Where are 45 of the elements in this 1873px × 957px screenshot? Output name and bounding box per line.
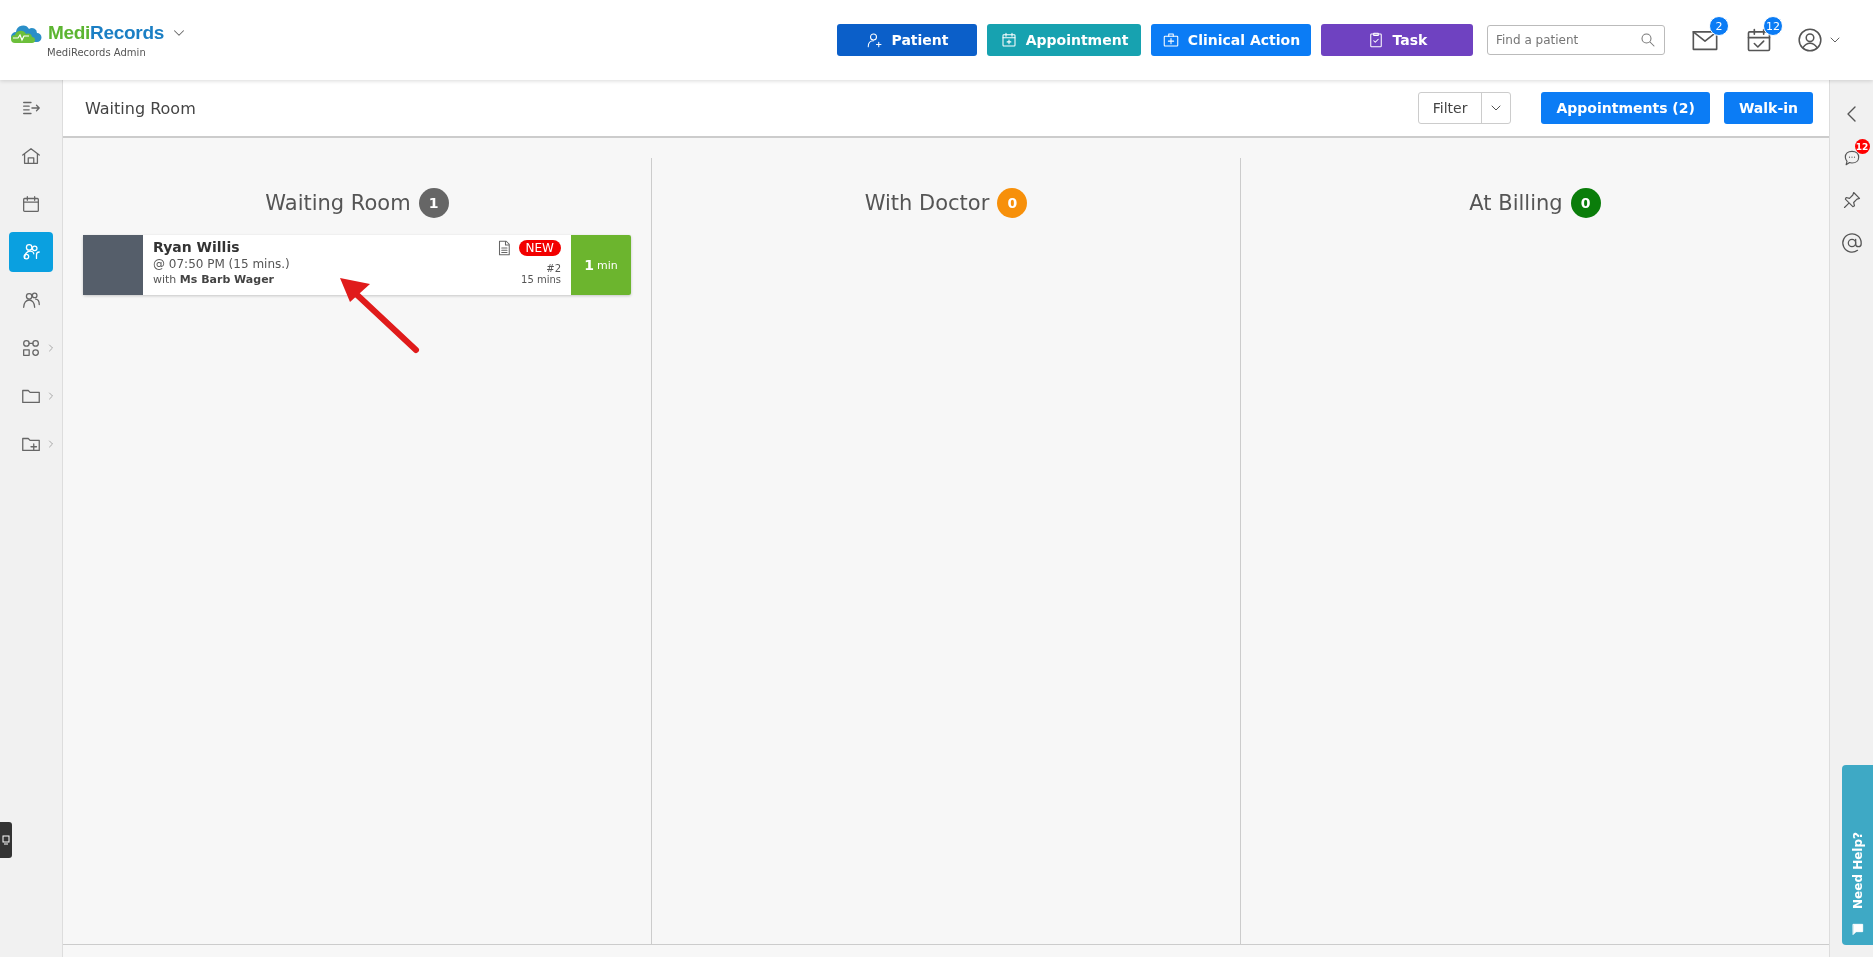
- count-badge: 0: [1570, 188, 1601, 218]
- home-icon[interactable]: [20, 145, 42, 167]
- action-icon[interactable]: [865, 31, 884, 49]
- count-badge: 1: [418, 188, 449, 218]
- at-sign-icon[interactable]: [1840, 232, 1863, 254]
- action-icon[interactable]: [1161, 31, 1180, 49]
- notification-badge: 12: [1763, 16, 1783, 36]
- need-help-tab[interactable]: Need Help?: [1842, 765, 1873, 945]
- search-field[interactable]: Find a patient: [1487, 25, 1665, 55]
- action-icon[interactable]: [999, 31, 1018, 49]
- duration-text: 15 mins: [521, 274, 561, 285]
- brand-name: MediRecords: [48, 22, 165, 44]
- patient-name: Ryan Willis: [153, 239, 241, 255]
- column-title: With Doctor: [864, 191, 990, 215]
- toolbar-button[interactable]: Appointments (2): [1541, 92, 1710, 124]
- action-button[interactable]: Patient: [837, 24, 977, 56]
- practitioner-text: with Ms Barb Wager: [153, 273, 276, 286]
- chat-badge: 12: [1854, 139, 1870, 154]
- action-button[interactable]: Task: [1321, 24, 1473, 56]
- calendar-icon[interactable]: [20, 193, 42, 215]
- toolbar-button[interactable]: Walk-in: [1723, 92, 1813, 124]
- pin-icon[interactable]: [1841, 190, 1862, 210]
- queue-number: #2: [546, 263, 561, 274]
- wait-time: 1 min: [571, 235, 631, 295]
- column-title: Waiting Room: [265, 191, 411, 215]
- organization-name: MediRecords Admin: [47, 47, 147, 58]
- page-title: Waiting Room: [85, 98, 197, 118]
- patient-card[interactable]: Ryan Willis @ 07:50 PM (15 mins.) with Ms Barb Wager NEW #2 15 mins 1 min: [83, 235, 631, 295]
- action-button[interactable]: Clinical Action: [1151, 24, 1311, 56]
- search-icon[interactable]: [1639, 31, 1657, 49]
- sidebar-item[interactable]: [9, 232, 53, 272]
- filter-button[interactable]: Filter: [1417, 92, 1512, 124]
- side-tab[interactable]: [0, 822, 12, 858]
- appointment-time: @ 07:50 PM (15 mins.): [153, 257, 291, 271]
- action-button[interactable]: Appointment: [987, 24, 1141, 56]
- new-badge: NEW: [518, 240, 561, 256]
- photo-placeholder: [83, 235, 143, 295]
- column-title: At Billing: [1469, 191, 1563, 215]
- notification-badge: 2: [1709, 16, 1729, 36]
- user-avatar-icon[interactable]: [1797, 27, 1823, 53]
- count-badge: 0: [997, 188, 1028, 218]
- monitor-icon: [2, 835, 10, 845]
- nodes-icon[interactable]: [20, 337, 42, 359]
- people-cycle-icon[interactable]: [20, 241, 42, 263]
- users-icon[interactable]: [20, 289, 42, 311]
